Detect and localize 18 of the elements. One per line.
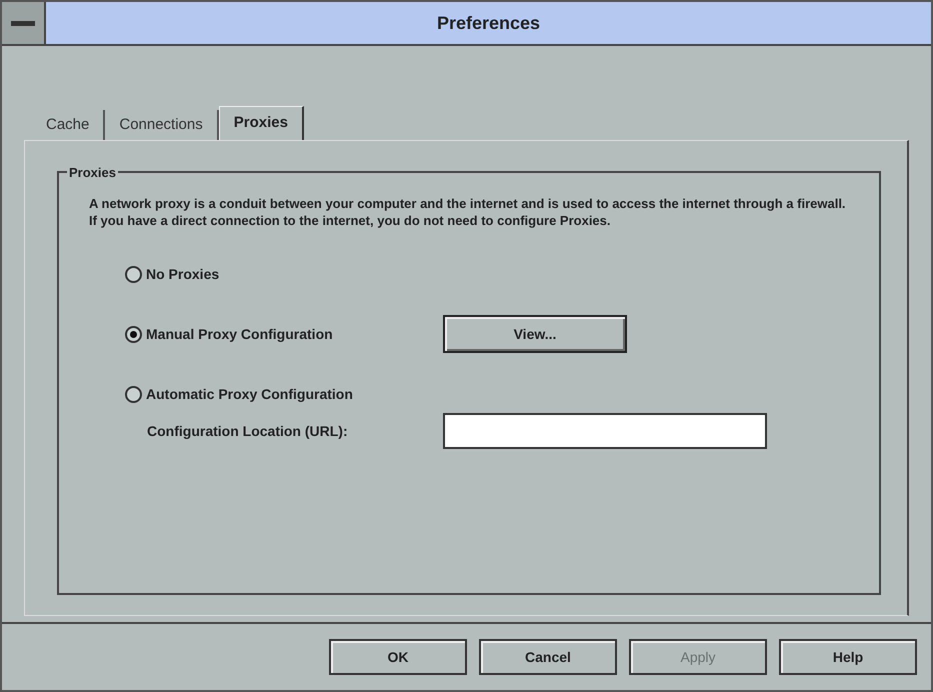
radio-button[interactable] (125, 386, 142, 402)
dash-icon (11, 20, 35, 26)
tab[interactable]: Cache (32, 110, 106, 140)
dialog-button[interactable]: Cancel (479, 639, 617, 675)
radio-option[interactable]: Manual Proxy Configuration (125, 324, 443, 344)
dialog-button[interactable]: OK (329, 639, 467, 675)
description-text: A network proxy is a conduit between your computer and the internet and is used to access the internet through a firewall. If you have a direct connection to the internet, you do not need to configure Proxies. (89, 195, 847, 229)
radio-option[interactable]: No Proxies (125, 264, 443, 284)
window-title: Preferences (436, 12, 542, 34)
system-menu-button[interactable] (2, 2, 46, 44)
field-label: Configuration Location (URL): (146, 422, 349, 441)
dialog-button[interactable]: Help (779, 639, 917, 675)
tab[interactable]: Proxies (218, 106, 304, 140)
url-input-field[interactable] (443, 413, 767, 449)
radio-button[interactable] (125, 266, 142, 282)
view-button[interactable]: View... (443, 315, 627, 353)
radio-option[interactable]: Automatic Proxy Configuration (125, 384, 443, 404)
radio-button[interactable] (125, 326, 142, 342)
